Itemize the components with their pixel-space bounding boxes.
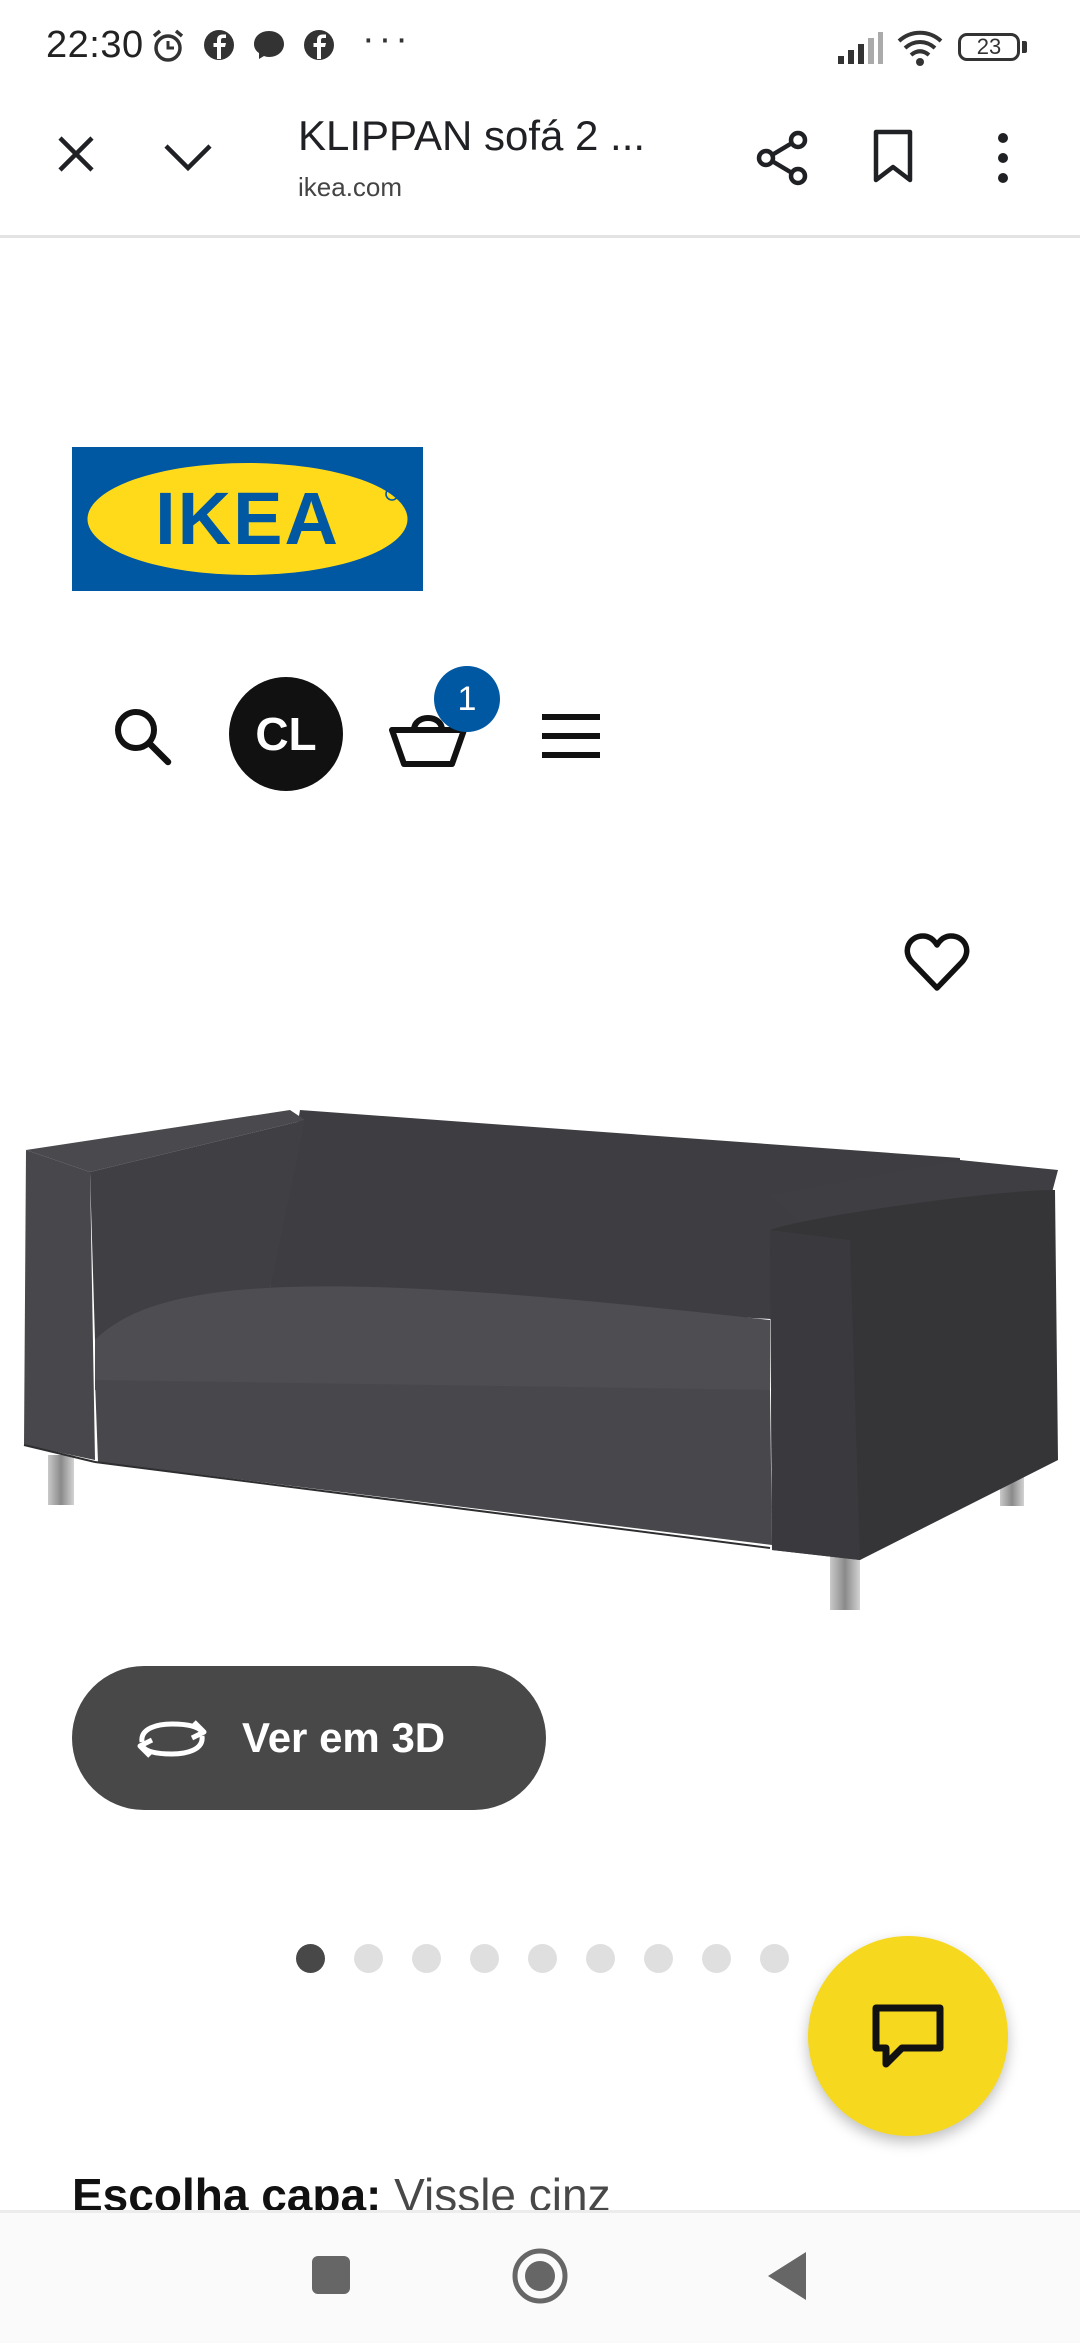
cover-option-label[interactable]: Escolha capa: Vissle cinz: [72, 2168, 611, 2212]
carousel-dot[interactable]: [702, 1944, 731, 1973]
search-icon[interactable]: [110, 704, 174, 768]
signal-icon: [838, 32, 883, 64]
bookmark-icon[interactable]: [870, 128, 916, 184]
share-icon[interactable]: [752, 128, 812, 188]
carousel-dot[interactable]: [412, 1944, 441, 1973]
battery-tip: [1022, 41, 1027, 53]
view-3d-label: Ver em 3D: [242, 1714, 446, 1761]
product-image-sofa[interactable]: [0, 1090, 1080, 1630]
ikea-logo[interactable]: IKEA: [72, 447, 423, 591]
recent-apps-icon[interactable]: [310, 2254, 352, 2296]
facebook-icon: [204, 30, 234, 60]
rotate-3d-icon: [137, 1720, 207, 1758]
menu-icon[interactable]: [540, 710, 602, 762]
home-icon[interactable]: [510, 2246, 570, 2306]
heart-icon[interactable]: [904, 932, 970, 992]
facebook-icon: [304, 30, 334, 60]
status-bar: 22:30 ··· 23: [0, 0, 1080, 90]
more-notifications-indicator: ···: [362, 18, 412, 60]
chevron-down-icon[interactable]: [160, 136, 216, 176]
wifi-icon: [897, 30, 943, 66]
cart-count-badge: 1: [434, 666, 500, 732]
carousel-dot[interactable]: [644, 1944, 673, 1973]
image-carousel-indicator[interactable]: [296, 1944, 789, 1974]
back-icon[interactable]: [764, 2250, 810, 2302]
carousel-dot-active[interactable]: [296, 1944, 325, 1973]
carousel-dot[interactable]: [760, 1944, 789, 1973]
carousel-dot[interactable]: [354, 1944, 383, 1973]
alarm-icon: [152, 29, 184, 62]
status-time: 22:30: [46, 24, 144, 66]
close-icon[interactable]: [52, 130, 100, 178]
cover-option-value: Vissle cinz: [394, 2169, 611, 2212]
carousel-dot[interactable]: [528, 1944, 557, 1973]
messenger-icon: [254, 31, 284, 59]
more-options-icon[interactable]: [990, 130, 1016, 186]
battery-indicator: 23: [958, 33, 1020, 61]
page-url: ikea.com: [298, 172, 403, 202]
chat-button[interactable]: [808, 1936, 1008, 2136]
carousel-dot[interactable]: [586, 1944, 615, 1973]
chat-icon: [872, 2004, 944, 2068]
ikea-logo-text: IKEA: [155, 477, 340, 560]
page-title: KLIPPAN sofá 2 ...: [298, 112, 646, 159]
avatar[interactable]: CL: [229, 677, 343, 791]
cover-option-title: Escolha capa:: [72, 2169, 382, 2212]
carousel-dot[interactable]: [470, 1944, 499, 1973]
